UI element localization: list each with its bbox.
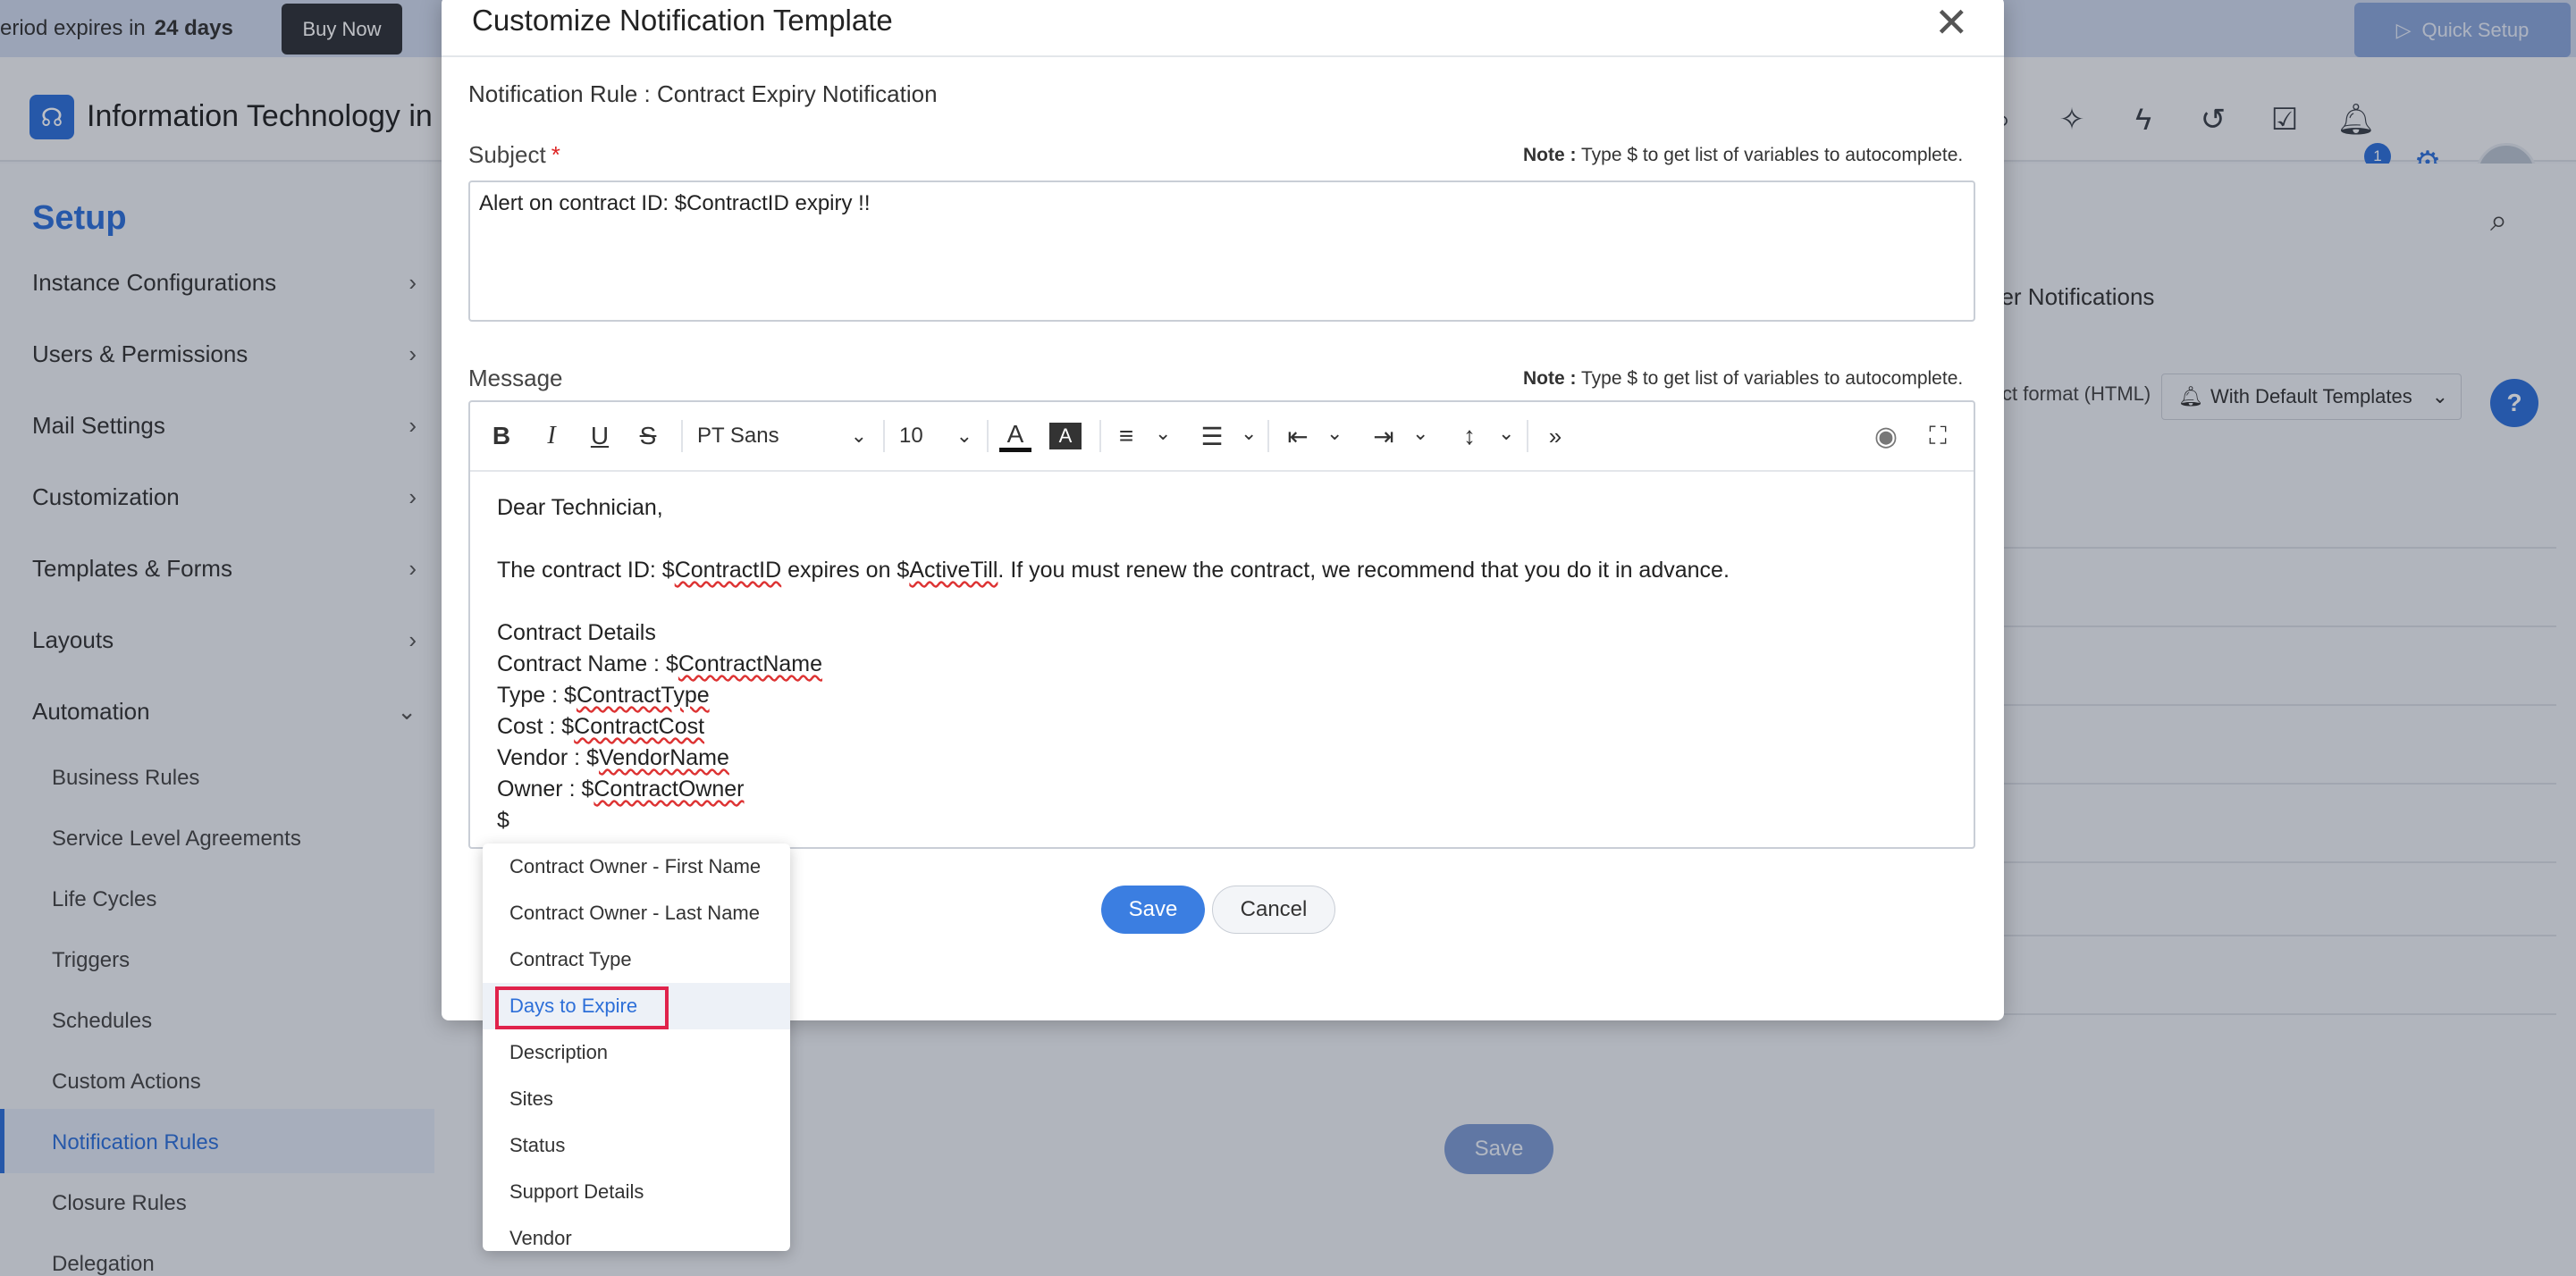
modal-title: Customize Notification Template: [472, 4, 893, 37]
user-preview-icon[interactable]: ◉: [1868, 420, 1904, 452]
underline-icon[interactable]: U: [585, 420, 615, 452]
italic-icon[interactable]: I: [536, 420, 567, 452]
cost-line: Cost : $ContractCost: [497, 714, 705, 739]
editor-content[interactable]: Dear Technician, The contract ID: $Contr…: [497, 495, 1945, 839]
owner-line: Owner : $ContractOwner: [497, 777, 745, 802]
autocomplete-item[interactable]: Status: [483, 1122, 790, 1169]
message-label: Message: [468, 365, 563, 391]
fullscreen-icon[interactable]: ⛶: [1922, 420, 1954, 452]
indent-icon[interactable]: ⇤: [1282, 420, 1314, 452]
chevron-down-icon[interactable]: ⌄: [1155, 422, 1171, 445]
subject-label: Subject *: [468, 141, 560, 168]
toolbar-divider: [1527, 420, 1528, 452]
toolbar-divider: [883, 420, 885, 452]
autocomplete-item[interactable]: Support Details: [483, 1169, 790, 1215]
save-button[interactable]: Save: [1101, 886, 1205, 934]
highlight-color-icon[interactable]: A: [1049, 423, 1082, 449]
type-line: Type : $ContractType: [497, 683, 710, 708]
more-options-icon[interactable]: »: [1539, 420, 1571, 452]
autocomplete-item[interactable]: Sites: [483, 1076, 790, 1122]
autocomplete-item-days-to-expire[interactable]: Days to Expire: [483, 983, 790, 1029]
focus-outline: [495, 986, 669, 1029]
subject-field[interactable]: Alert on contract ID: $ContractID expiry…: [468, 180, 1975, 322]
chevron-down-icon: ⌄: [955, 424, 972, 447]
chevron-down-icon[interactable]: ⌄: [1498, 422, 1514, 445]
variable-autocomplete-menu: Contract Owner - First Name Contract Own…: [483, 844, 790, 1251]
toolbar-divider: [681, 420, 683, 452]
vendor-line: Vendor : $VendorName: [497, 745, 729, 770]
font-size-select[interactable]: 10 ⌄: [899, 420, 972, 452]
font-family-select[interactable]: PT Sans ⌄: [697, 420, 867, 452]
autocomplete-item[interactable]: Description: [483, 1029, 790, 1076]
greeting-line: Dear Technician,: [497, 495, 663, 520]
chevron-down-icon: ⌄: [850, 424, 867, 447]
bold-icon[interactable]: B: [486, 420, 517, 452]
autocomplete-item[interactable]: Contract Owner - Last Name: [483, 890, 790, 936]
subject-note: Note : Type $ to get list of variables t…: [1523, 145, 1964, 165]
autocomplete-item[interactable]: Contract Type: [483, 936, 790, 983]
close-icon[interactable]: ✕: [1934, 2, 1969, 43]
details-heading: Contract Details: [497, 620, 656, 645]
autocomplete-item[interactable]: Contract Owner - First Name: [483, 844, 790, 890]
cursor-line: $: [497, 808, 509, 833]
message-editor: B I U S PT Sans ⌄ 10 ⌄ A A ≡ ⌄ ☰ ⌄ ⇤ ⌄ ⇥ ⌄…: [468, 400, 1975, 849]
autocomplete-item[interactable]: Vendor: [483, 1215, 790, 1251]
contract-name-line: Contract Name : $ContractName: [497, 651, 823, 676]
toolbar-divider: [987, 420, 989, 452]
chevron-down-icon[interactable]: ⌄: [1241, 422, 1257, 445]
chevron-down-icon[interactable]: ⌄: [1412, 422, 1428, 445]
text-direction-icon[interactable]: ⇥: [1368, 420, 1400, 452]
modal-header: Customize Notification Template ✕: [442, 0, 2004, 57]
cancel-button[interactable]: Cancel: [1212, 886, 1335, 934]
font-color-icon[interactable]: A: [999, 420, 1031, 452]
toolbar-divider: [1099, 420, 1101, 452]
toolbar-divider: [1267, 420, 1269, 452]
message-note: Note : Type $ to get list of variables t…: [1523, 368, 1964, 389]
editor-toolbar: B I U S PT Sans ⌄ 10 ⌄ A A ≡ ⌄ ☰ ⌄ ⇤ ⌄ ⇥ ⌄…: [470, 402, 1974, 472]
align-icon[interactable]: ≡: [1110, 420, 1142, 452]
line-height-icon[interactable]: ↕: [1453, 420, 1486, 452]
notification-rule-label: Notification Rule : Contract Expiry Noti…: [468, 80, 938, 107]
body-line: The contract ID: $ContractID expires on …: [497, 558, 1730, 583]
strikethrough-icon[interactable]: S: [633, 420, 663, 452]
chevron-down-icon[interactable]: ⌄: [1326, 422, 1343, 445]
bullet-list-icon[interactable]: ☰: [1196, 420, 1228, 452]
